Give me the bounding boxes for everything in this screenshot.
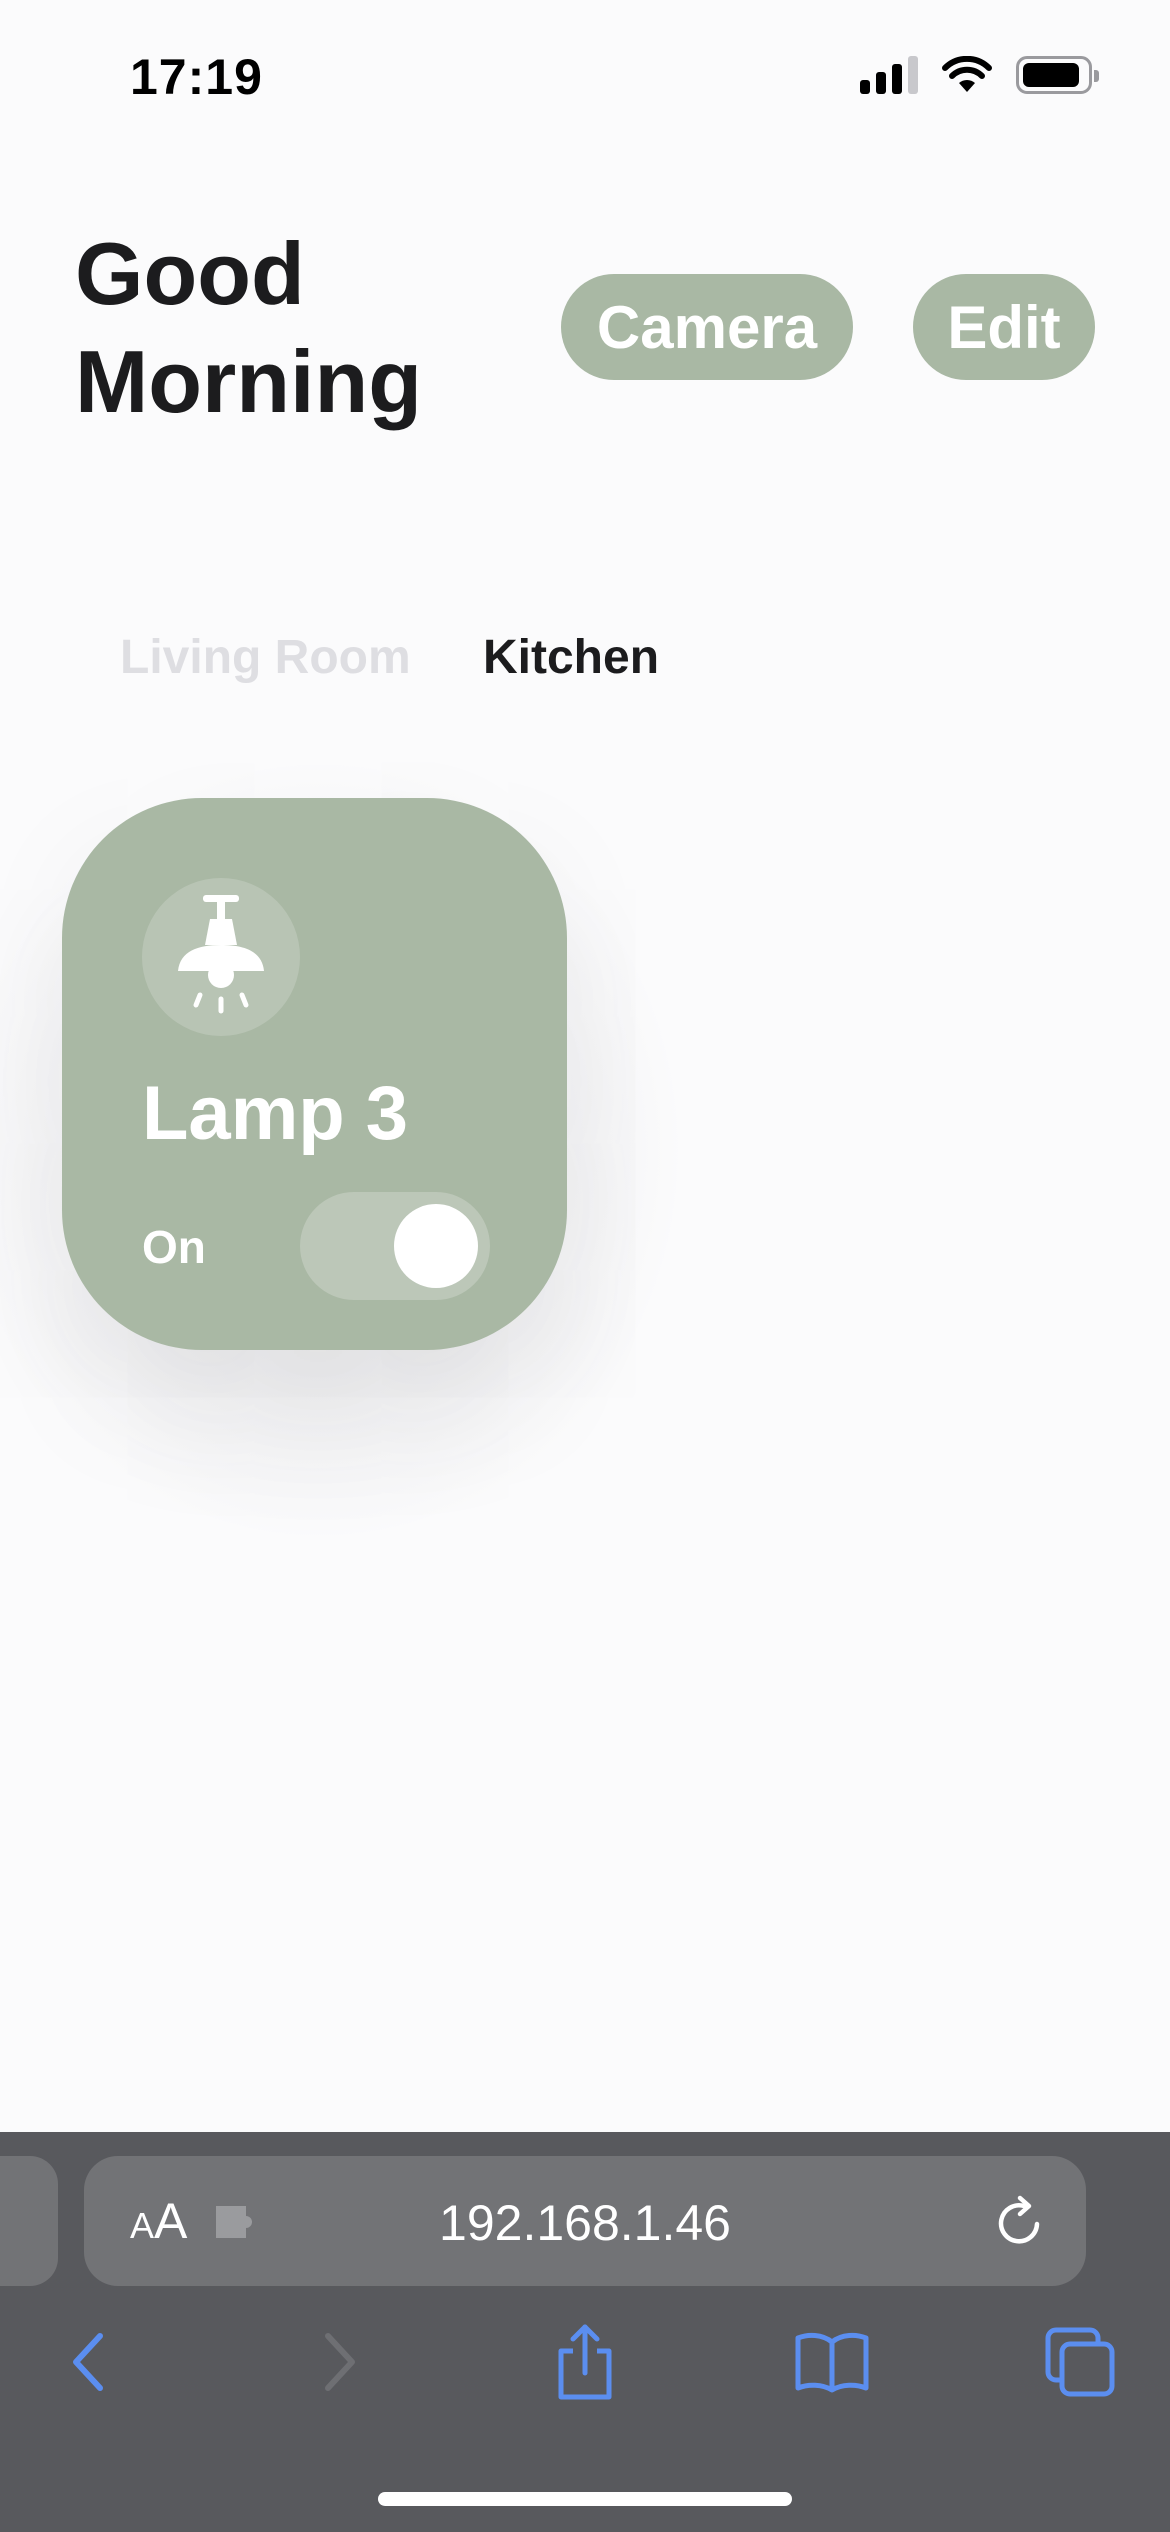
device-name: Lamp 3 [142, 1071, 409, 1156]
chevron-left-icon [73, 2333, 103, 2391]
status-icons [860, 56, 1099, 94]
book-icon [795, 2332, 869, 2393]
cellular-signal-icon [860, 56, 918, 94]
ceiling-lamp-icon [178, 895, 264, 1014]
browser-toolbar [0, 2312, 1170, 2432]
camera-button[interactable]: Camera [561, 274, 853, 380]
device-status-label: On [142, 1221, 206, 1273]
share-icon [558, 2324, 612, 2400]
room-tabs: Living Room Kitchen [0, 630, 1170, 700]
tab-living-room[interactable]: Living Room [120, 630, 411, 685]
device-icon-circle [142, 878, 300, 1036]
status-bar: 17:19 [0, 0, 1170, 150]
share-button[interactable] [535, 2312, 635, 2412]
device-power-toggle[interactable] [300, 1192, 490, 1300]
address-bar[interactable]: AA 192.168.1.46 [84, 2156, 1086, 2286]
reload-icon[interactable] [994, 2194, 1046, 2248]
back-button[interactable] [38, 2312, 138, 2412]
chevron-right-icon [325, 2333, 355, 2391]
forward-button[interactable] [290, 2312, 390, 2412]
tabs-button[interactable] [1030, 2312, 1130, 2412]
edit-button[interactable]: Edit [913, 274, 1095, 380]
tabs-overview-icon [1045, 2327, 1115, 2397]
bookmarks-button[interactable] [782, 2312, 882, 2412]
status-time: 17:19 [130, 49, 263, 105]
tab-kitchen[interactable]: Kitchen [483, 630, 659, 685]
browser-bottom-bar: AA 192.168.1.46 [0, 2132, 1170, 2532]
home-indicator [378, 2492, 792, 2506]
url-text: 192.168.1.46 [439, 2195, 731, 2251]
battery-icon [1016, 56, 1099, 94]
toggle-knob [394, 1204, 478, 1288]
greeting-title: Good Morning [75, 224, 423, 431]
device-card[interactable]: Lamp 3 On [62, 798, 567, 1350]
wifi-icon [942, 56, 992, 92]
previous-tab-stub[interactable] [0, 2156, 58, 2286]
